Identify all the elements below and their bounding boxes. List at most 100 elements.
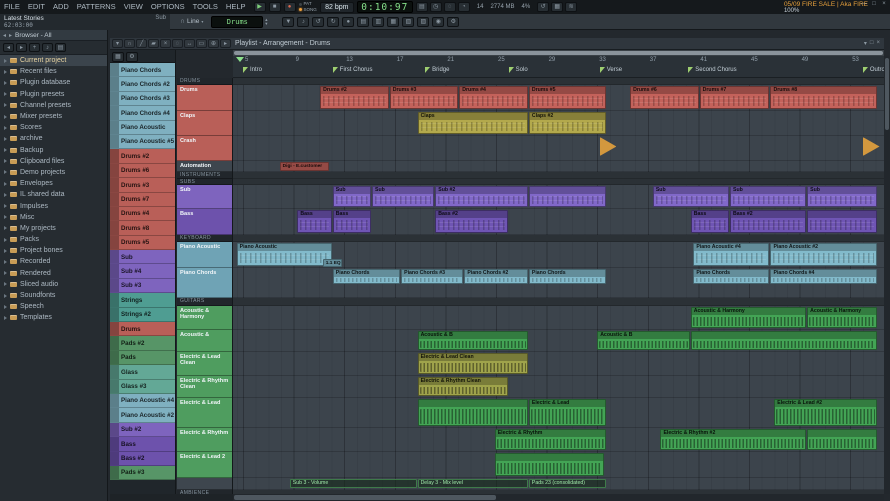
marker-outro[interactable]: Outro (862, 67, 884, 73)
multilink-icon[interactable]: ≋ (565, 2, 578, 12)
preview-icon[interactable]: ▸ (220, 39, 231, 48)
back-icon[interactable]: ◂ (3, 43, 14, 52)
select-icon[interactable]: ▭ (196, 39, 207, 48)
clip-acoustic-b[interactable]: Acoustic & B (597, 331, 690, 350)
clip-electric-rhythm[interactable]: Electric & Rhythm (494, 429, 607, 450)
track-header-acoustic[interactable]: Acoustic & (177, 330, 232, 352)
browser-item-scores[interactable]: Scores (0, 122, 107, 133)
zoom-icon[interactable]: ⊕ (208, 39, 219, 48)
metronome-icon[interactable]: ◷ (429, 2, 442, 12)
forward-icon[interactable]: ▸ (16, 43, 27, 52)
track-header-claps[interactable]: Claps (177, 111, 232, 136)
track-header-electric-lead[interactable]: Electric & Lead (177, 398, 232, 428)
pattern-up-down[interactable]: ▲ ▼ (264, 17, 268, 26)
clip-piano-chords[interactable]: Piano Chords (528, 269, 607, 284)
clip-green[interactable] (417, 399, 528, 426)
clip-green[interactable] (494, 453, 604, 476)
settings-icon[interactable]: ⚙ (447, 16, 460, 27)
clip-piano-acoustic-4[interactable]: Piano Acoustic #4 (693, 243, 770, 266)
layout-icon[interactable]: ▤ (55, 43, 66, 52)
track-header-crash[interactable]: Crash (177, 136, 232, 161)
browser-item-archive[interactable]: archive (0, 133, 107, 144)
add-icon[interactable]: + (29, 43, 40, 52)
clip-violet[interactable] (528, 186, 607, 207)
clip-bass[interactable]: Bass (332, 210, 371, 233)
clip-piano-chords-3[interactable]: Piano Chords #3 (401, 269, 464, 284)
save-icon[interactable]: ▼ (282, 16, 295, 27)
pattern-sub-2[interactable]: Sub #2 (110, 422, 175, 438)
pat-song-switch[interactable]: PAT SONG (298, 1, 317, 12)
clip-sub-2[interactable]: Sub #2 (435, 186, 528, 207)
browser-item-recorded[interactable]: Recorded (0, 256, 107, 267)
redo-icon[interactable]: ↻ (327, 16, 340, 27)
clip-sub[interactable]: Sub (372, 186, 435, 207)
clip-electric-lead[interactable]: Electric & Lead (528, 399, 607, 426)
track-header-electric-rhythm[interactable]: Electric & Rhythm (177, 428, 232, 452)
timeline-ruler[interactable]: 5 9 13 17 21 25 29 33 37 41 45 49 53 Intro First Choru… (233, 56, 884, 78)
clip-drums-8[interactable]: Drums #8 (770, 86, 877, 109)
marker-intro[interactable]: Intro (242, 67, 262, 73)
pattern-bass-2[interactable]: Bass #2 (110, 451, 175, 466)
clip-delay-3-mix-level[interactable]: Delay 3 - Mix level (417, 479, 528, 488)
menu-view[interactable]: VIEW (120, 0, 147, 14)
pattern-piano-chords-3[interactable]: Piano Chords #3 (110, 91, 175, 107)
grid-icon[interactable]: ▦ (112, 52, 124, 62)
magnet-icon[interactable]: ∩ (124, 39, 135, 48)
browser-panel-icon[interactable]: ▨ (417, 16, 430, 27)
playlist-titlebar[interactable]: ▾ ∩ ╱ ▰ × ◌ ↔ ▭ ⊕ ▸ Playlist - Arrangement - Drum… (110, 38, 884, 50)
clip-piano-acoustic[interactable]: Piano Acoustic (236, 243, 332, 266)
browser-item-mixer-presets[interactable]: Mixer presets (0, 111, 107, 122)
browser-item-recent-files[interactable]: Recent files (0, 66, 107, 77)
track-header-piano-chords[interactable]: Piano Chords (177, 268, 232, 298)
browser-item-demo-projects[interactable]: Demo projects (0, 167, 107, 178)
clip-electric-rhythm-clean[interactable]: Electric & Rhythm Clean (417, 377, 508, 396)
browser-item-backup[interactable]: Backup (0, 145, 107, 156)
browser-item-misc[interactable]: Misc (0, 212, 107, 223)
pattern-drums-4[interactable]: Drums #4 (110, 206, 175, 222)
browser-item-il-shared-data[interactable]: IL shared data (0, 189, 107, 200)
menu-tools[interactable]: TOOLS (189, 0, 222, 14)
menu-add[interactable]: ADD (49, 0, 73, 14)
clip-piano-chords-2[interactable]: Piano Chords #2 (464, 269, 528, 284)
playhead-marker-icon[interactable] (236, 57, 244, 62)
pattern-strings[interactable]: Strings (110, 293, 175, 308)
promo-banner[interactable]: 05/09 FIRE SALE | Aka FIRE 100% (784, 1, 868, 15)
clip-piano-chords[interactable]: Piano Chords (332, 269, 401, 284)
pattern-selector-display[interactable]: Drums (211, 15, 264, 28)
clip-pads-23-consolidated[interactable]: Pads 23 (consolidated) (528, 479, 607, 488)
clip-sub[interactable]: Sub (807, 186, 877, 207)
clip-digi-e-customer[interactable]: Digi - E.customer (279, 162, 330, 171)
pattern-sub-4[interactable]: Sub #4 (110, 264, 175, 279)
piano-roll-icon[interactable]: ▤ (357, 16, 370, 27)
pattern-piano-acoustic-5[interactable]: Piano Acoustic #5 (110, 134, 175, 150)
browser-item-templates[interactable]: Templates (0, 312, 107, 323)
clip-acoustic-harmony[interactable]: Acoustic & Harmony (807, 307, 877, 328)
pattern-pads-2[interactable]: Pads #2 (110, 336, 175, 351)
browser-item-project-bones[interactable]: Project bones (0, 245, 107, 256)
wrench-icon[interactable]: ⚙ (126, 52, 138, 62)
track-header-piano-acoustic[interactable]: Piano Acoustic (177, 242, 232, 268)
pattern-drums-5[interactable]: Drums #5 (110, 235, 175, 251)
track-header-blank[interactable] (177, 478, 232, 490)
clip-claps-2[interactable]: Claps #2 (528, 112, 607, 134)
record-button[interactable]: ● (283, 2, 296, 12)
browser-forward-icon[interactable]: ▸ (9, 32, 12, 39)
track-header-electric-lead-clean[interactable]: Electric & Lead Clean (177, 352, 232, 376)
wait-input-icon[interactable]: ◌ (443, 2, 456, 12)
clip-acoustic-harmony[interactable]: Acoustic & Harmony (690, 307, 807, 328)
pattern-pads[interactable]: Pads (110, 350, 175, 366)
pattern-drums[interactable]: Drums (110, 322, 175, 337)
delete-icon[interactable]: × (160, 39, 171, 48)
marker-first-chorus[interactable]: First Chorus (332, 67, 372, 73)
clip-bass-2[interactable]: Bass #2 (435, 210, 508, 233)
marker-bridge[interactable]: Bridge (425, 67, 449, 73)
mixer-icon[interactable]: ▧ (402, 16, 415, 27)
clip-drums-4[interactable]: Drums #4 (459, 86, 528, 109)
pattern-piano-acoustic-2[interactable]: Piano Acoustic #2 (110, 408, 175, 423)
pattern-pads-3[interactable]: Pads #3 (110, 465, 175, 481)
horizontal-scrollbar-thumb[interactable] (234, 495, 496, 500)
vertical-scrollbar[interactable] (884, 56, 890, 494)
browser-header[interactable]: ◂ ▸ Browser - All (0, 30, 107, 41)
mute-icon[interactable]: ◌ (172, 39, 183, 48)
clip-drums-2[interactable]: Drums #2 (320, 86, 389, 109)
